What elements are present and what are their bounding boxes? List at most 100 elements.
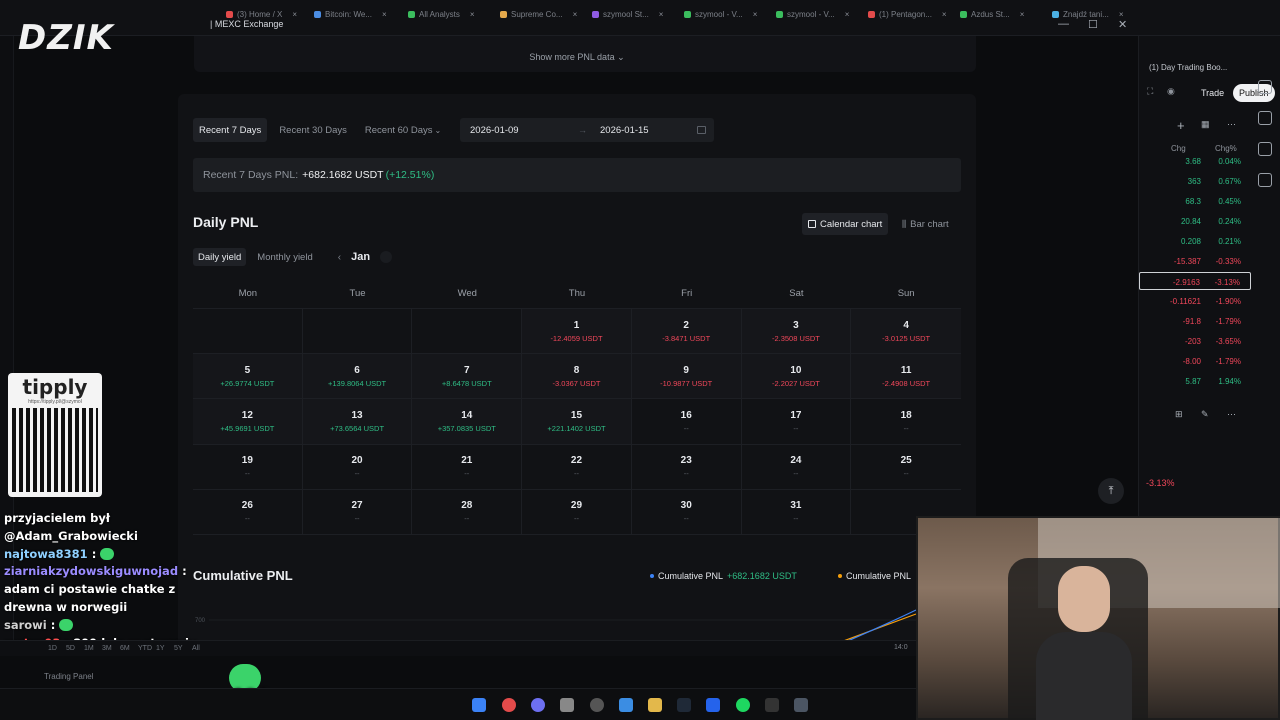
date-to[interactable]: 2026-01-15: [600, 125, 649, 136]
calendar-chart-button[interactable]: Calendar chart: [802, 213, 889, 235]
calendar-day-5[interactable]: 5 +26.9774 USDT: [193, 354, 303, 400]
grid-icon[interactable]: ⊞: [1175, 409, 1183, 420]
clock-icon[interactable]: [1258, 111, 1272, 125]
calendar-day-21[interactable]: 21 --: [412, 444, 523, 490]
timeframe-button[interactable]: 6M: [120, 645, 130, 652]
steam-icon[interactable]: [619, 698, 633, 712]
calendar-day-4[interactable]: 4 -3.0125 USDT: [851, 309, 961, 355]
calendar-day-10[interactable]: 10 -2.2027 USDT: [741, 354, 852, 400]
timeframe-button[interactable]: 3M: [102, 645, 112, 652]
close-tab-icon[interactable]: ×: [470, 10, 475, 19]
calendar-day-27[interactable]: 27 --: [302, 489, 413, 535]
close-tab-icon[interactable]: ×: [659, 10, 664, 19]
range-30-days[interactable]: Recent 30 Days: [273, 118, 353, 142]
close-tab-icon[interactable]: ×: [753, 10, 758, 19]
monthly-yield-tab[interactable]: Monthly yield: [252, 248, 317, 266]
browser-tab[interactable]: All Analysts ×: [408, 6, 494, 22]
calendar-icon[interactable]: [697, 126, 706, 134]
browser-tab[interactable]: Znajdź tani... ×: [1052, 6, 1138, 22]
browser-tab[interactable]: szymool - V... ×: [684, 6, 770, 22]
timeframe-button[interactable]: 5D: [66, 645, 75, 652]
watchlist-row[interactable]: 20.84 0.24%: [1139, 212, 1251, 230]
calendar-day-15[interactable]: 15 +221.1402 USDT: [522, 399, 632, 445]
folder-icon[interactable]: [648, 698, 662, 712]
calendar-day-6[interactable]: 6 +139.8064 USDT: [302, 354, 413, 400]
timeframe-button[interactable]: 1Y: [156, 645, 165, 652]
more-icon[interactable]: ⋯: [1227, 409, 1236, 420]
start-icon[interactable]: [472, 698, 486, 712]
trade-button[interactable]: Trade: [1195, 84, 1230, 102]
calendar-day-29[interactable]: 29 --: [522, 489, 632, 535]
calendar-day-22[interactable]: 22 --: [522, 444, 632, 490]
watchlist-row[interactable]: -15.387 -0.33%: [1139, 252, 1251, 270]
calendar-day-1[interactable]: 1 -12.4059 USDT: [522, 309, 632, 355]
bar-chart-button[interactable]: ⫼ Bar chart: [896, 213, 955, 235]
watchlist-row[interactable]: -2.9163 -3.13%: [1139, 272, 1251, 290]
app-icon[interactable]: [560, 698, 574, 712]
calendar-day-7[interactable]: 7 +8.6478 USDT: [412, 354, 523, 400]
edit-icon[interactable]: ✎: [1201, 409, 1209, 420]
timeframe-button[interactable]: 1M: [84, 645, 94, 652]
calendar-day-12[interactable]: 12 +45.9691 USDT: [193, 399, 303, 445]
close-tab-icon[interactable]: ×: [382, 10, 387, 19]
close-tab-icon[interactable]: ×: [292, 10, 297, 19]
watchlist-row[interactable]: 68.3 0.45%: [1139, 192, 1251, 210]
range-7-days[interactable]: Recent 7 Days: [193, 118, 268, 142]
app-icon[interactable]: [677, 698, 691, 712]
calendar-day-11[interactable]: 11 -2.4908 USDT: [851, 354, 961, 400]
range-60-days[interactable]: Recent 60 Days ⌄: [359, 118, 447, 142]
calendar-day-18[interactable]: 18 --: [851, 399, 961, 445]
calendar-day-17[interactable]: 17 --: [741, 399, 852, 445]
watchlist-row[interactable]: 0.208 0.21%: [1139, 232, 1251, 250]
watchlist-icon[interactable]: [1258, 80, 1272, 94]
chat-icon[interactable]: [1258, 173, 1272, 187]
browser-tab[interactable]: szymool St... ×: [592, 6, 678, 22]
close-tab-icon[interactable]: ×: [1119, 10, 1124, 19]
calendar-day-23[interactable]: 23 --: [631, 444, 742, 490]
chevron-left-icon[interactable]: ‹: [338, 252, 341, 263]
calendar-day-16[interactable]: 16 --: [631, 399, 742, 445]
browser-tab[interactable]: Supreme Co... ×: [500, 6, 586, 22]
timeframe-button[interactable]: 5Y: [174, 645, 183, 652]
watchlist-row[interactable]: -203 -3.65%: [1139, 332, 1251, 350]
scroll-to-top-button[interactable]: ⤒: [1098, 478, 1124, 504]
calendar-day-19[interactable]: 19 --: [193, 444, 303, 490]
spotify-icon[interactable]: [736, 698, 750, 712]
chrome-icon[interactable]: [502, 698, 516, 712]
show-more-pnl-link[interactable]: Show more PNL data ⌄: [178, 52, 976, 63]
browser-tab[interactable]: Bitcoin: We... ×: [314, 6, 400, 22]
calendar-day-9[interactable]: 9 -10.9877 USDT: [631, 354, 742, 400]
calendar-day-2[interactable]: 2 -3.8471 USDT: [631, 309, 742, 355]
calendar-day-25[interactable]: 25 --: [851, 445, 961, 490]
calendar-day-14[interactable]: 14 +357.0835 USDT: [412, 399, 523, 445]
notepad-icon[interactable]: [794, 698, 808, 712]
browser-tab[interactable]: Azdus St... ×: [960, 6, 1046, 22]
table-icon[interactable]: ▦: [1201, 119, 1210, 130]
close-tab-icon[interactable]: ×: [573, 10, 578, 19]
date-from[interactable]: 2026-01-09: [470, 125, 519, 136]
date-range-picker[interactable]: 2026-01-09 → 2026-01-15: [460, 118, 714, 142]
watchlist-row[interactable]: -8.00 -1.79%: [1139, 352, 1251, 370]
close-tab-icon[interactable]: ×: [942, 10, 947, 19]
watchlist-row[interactable]: 3.68 0.04%: [1139, 152, 1251, 170]
timeframe-button[interactable]: All: [192, 645, 200, 652]
camera-icon[interactable]: ◉: [1167, 86, 1175, 97]
obs-icon[interactable]: [590, 698, 604, 712]
watchlist-row[interactable]: -91.8 -1.79%: [1139, 312, 1251, 330]
calendar-day-13[interactable]: 13 +73.6564 USDT: [302, 399, 413, 445]
more-icon[interactable]: ⋯: [1227, 119, 1236, 130]
watchlist-row[interactable]: -0.11621 -1.90%: [1139, 292, 1251, 310]
calendar-day-28[interactable]: 28 --: [412, 489, 523, 535]
fullscreen-icon[interactable]: ⛶: [1147, 86, 1153, 97]
close-tab-icon[interactable]: ×: [1020, 10, 1025, 19]
timeframe-button[interactable]: YTD: [138, 645, 152, 652]
app-icon[interactable]: [765, 698, 779, 712]
tv-tab-title[interactable]: (1) Day Trading Boo...: [1139, 58, 1280, 76]
chevron-right-icon[interactable]: [380, 251, 393, 263]
vscode-icon[interactable]: [706, 698, 720, 712]
browser-tab[interactable]: (1) Pentagon... ×: [868, 6, 954, 22]
close-tab-icon[interactable]: ×: [845, 10, 850, 19]
browser-tab[interactable]: szymool - V... ×: [776, 6, 862, 22]
calendar-day-20[interactable]: 20 --: [302, 444, 413, 490]
discord-icon[interactable]: [531, 698, 545, 712]
